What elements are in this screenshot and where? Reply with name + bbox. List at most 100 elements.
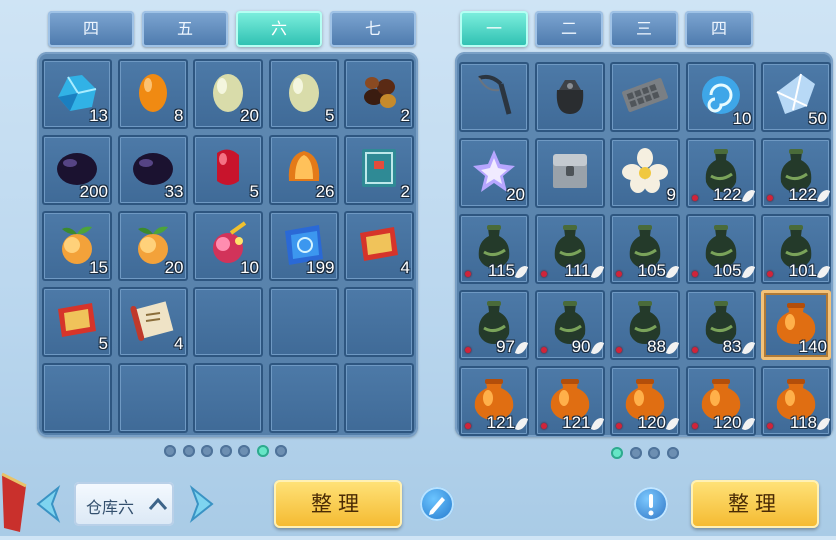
bag-tab-1[interactable]: 一 <box>460 11 528 47</box>
storage-item-slot[interactable]: 13 <box>42 59 112 129</box>
bag-tabs: 一二三四 <box>460 11 760 51</box>
rename-button[interactable] <box>420 487 454 521</box>
bag-item-slot[interactable]: 88 <box>610 290 680 360</box>
page-dot[interactable] <box>238 445 250 457</box>
pencil-icon <box>429 497 445 515</box>
warehouse-select[interactable]: 仓库六 <box>74 482 174 526</box>
item-count: 83 <box>722 337 742 356</box>
page-dot[interactable] <box>164 445 176 457</box>
empty-slot[interactable] <box>344 287 414 357</box>
page-dot[interactable] <box>629 447 642 459</box>
help-button[interactable] <box>634 487 668 521</box>
page-dot[interactable] <box>611 447 623 459</box>
page-dot[interactable] <box>648 447 660 459</box>
bag-item-slot[interactable]: 121 <box>459 366 529 436</box>
empty-slot[interactable] <box>117 363 188 433</box>
empty-slot[interactable] <box>42 363 112 433</box>
storage-tab-1[interactable]: 四 <box>48 11 134 47</box>
bag-item-slot[interactable]: 120 <box>685 366 756 436</box>
storage-item-slot[interactable]: 8 <box>117 59 188 129</box>
storage-item-slot[interactable]: 2 <box>344 135 414 205</box>
bound-marker-icon <box>691 347 698 353</box>
bag-item-slot[interactable]: 101 <box>761 214 831 284</box>
empty-slot[interactable] <box>344 363 414 433</box>
exclamation-icon <box>648 494 654 516</box>
bag-item-slot[interactable] <box>534 138 605 208</box>
bag-sort-button[interactable]: 整理 <box>691 480 819 528</box>
storage-item-slot[interactable]: 20 <box>193 59 263 129</box>
bag-item-slot[interactable]: 140 <box>761 290 831 360</box>
item-count: 50 <box>808 109 827 128</box>
empty-slot[interactable] <box>193 287 263 357</box>
chestnut-seeds-icon <box>354 67 404 117</box>
storage-item-slot[interactable]: 199 <box>268 211 339 281</box>
bag-item-slot[interactable]: 97 <box>459 290 529 360</box>
bag-item-slot[interactable]: 9 <box>610 138 680 208</box>
bag-item-slot[interactable]: 105 <box>685 214 756 284</box>
bag-tab-4[interactable]: 四 <box>685 11 753 47</box>
storage-item-slot[interactable]: 2 <box>344 59 414 129</box>
item-count: 101 <box>788 261 817 280</box>
storage-sort-button[interactable]: 整理 <box>274 480 402 528</box>
empty-slot[interactable] <box>193 363 263 433</box>
storage-item-slot[interactable]: 5 <box>42 287 112 357</box>
bag-item-slot[interactable]: 118 <box>761 366 831 436</box>
bag-tab-2[interactable]: 二 <box>535 11 603 47</box>
page-dot[interactable] <box>666 447 679 459</box>
bag-item-slot[interactable]: 10 <box>685 62 756 132</box>
storage-item-slot[interactable]: 5 <box>268 59 339 129</box>
bound-marker-icon <box>540 271 547 277</box>
bag-item-slot[interactable] <box>610 62 680 132</box>
bag-item-slot[interactable]: 20 <box>459 138 529 208</box>
bag-tab-3[interactable]: 三 <box>610 11 678 47</box>
page-dot[interactable] <box>275 445 287 457</box>
storage-item-slot[interactable]: 5 <box>193 135 263 205</box>
bag-item-slot[interactable]: 122 <box>685 138 756 208</box>
bag-item-slot[interactable]: 111 <box>534 214 605 284</box>
item-count: 105 <box>713 261 742 280</box>
storage-item-slot[interactable]: 33 <box>117 135 188 205</box>
page-dot[interactable] <box>256 445 269 457</box>
bag-item-slot[interactable]: 90 <box>534 290 605 360</box>
bag-item-slot[interactable] <box>459 62 529 132</box>
bag-item-slot[interactable]: 50 <box>761 62 831 132</box>
item-count: 118 <box>789 413 817 432</box>
silver-chest-icon <box>545 146 595 196</box>
item-count: 15 <box>89 258 108 277</box>
item-count: 2 <box>400 106 410 125</box>
next-warehouse-button[interactable] <box>188 484 220 528</box>
storage-item-slot[interactable]: 10 <box>193 211 263 281</box>
bag-item-slot[interactable]: 120 <box>610 366 680 436</box>
item-count: 5 <box>325 106 335 125</box>
bag-item-slot[interactable]: 122 <box>761 138 831 208</box>
item-count: 4 <box>400 258 410 277</box>
orange-gem-icon <box>128 67 178 117</box>
bound-marker-icon <box>767 271 773 277</box>
storage-tab-3[interactable]: 六 <box>236 11 322 47</box>
item-count: 122 <box>788 185 817 204</box>
storage-item-slot[interactable]: 4 <box>117 287 188 357</box>
banner-decoration <box>0 470 28 536</box>
bag-item-slot[interactable]: 121 <box>534 366 605 436</box>
storage-item-slot[interactable]: 200 <box>42 135 112 205</box>
bag-item-slot[interactable]: 105 <box>610 214 680 284</box>
prev-warehouse-button[interactable] <box>30 484 62 528</box>
storage-tab-4[interactable]: 七 <box>330 11 416 47</box>
storage-item-slot[interactable]: 20 <box>117 211 188 281</box>
bag-item-slot[interactable]: 83 <box>685 290 756 360</box>
page-dot[interactable] <box>219 445 232 457</box>
item-count: 8 <box>174 106 184 125</box>
storage-item-slot[interactable]: 15 <box>42 211 112 281</box>
bag-item-slot[interactable] <box>534 62 605 132</box>
storage-item-slot[interactable]: 26 <box>268 135 339 205</box>
bag-item-slot[interactable]: 115 <box>459 214 529 284</box>
page-dot[interactable] <box>182 445 195 457</box>
item-count: 10 <box>732 109 752 128</box>
storage-tab-2[interactable]: 五 <box>142 11 228 47</box>
storage-item-slot[interactable]: 4 <box>344 211 414 281</box>
empty-slot[interactable] <box>268 287 339 357</box>
empty-slot[interactable] <box>268 363 339 433</box>
page-dot[interactable] <box>201 445 213 457</box>
item-count: 88 <box>647 337 666 356</box>
item-count: 105 <box>637 261 666 280</box>
